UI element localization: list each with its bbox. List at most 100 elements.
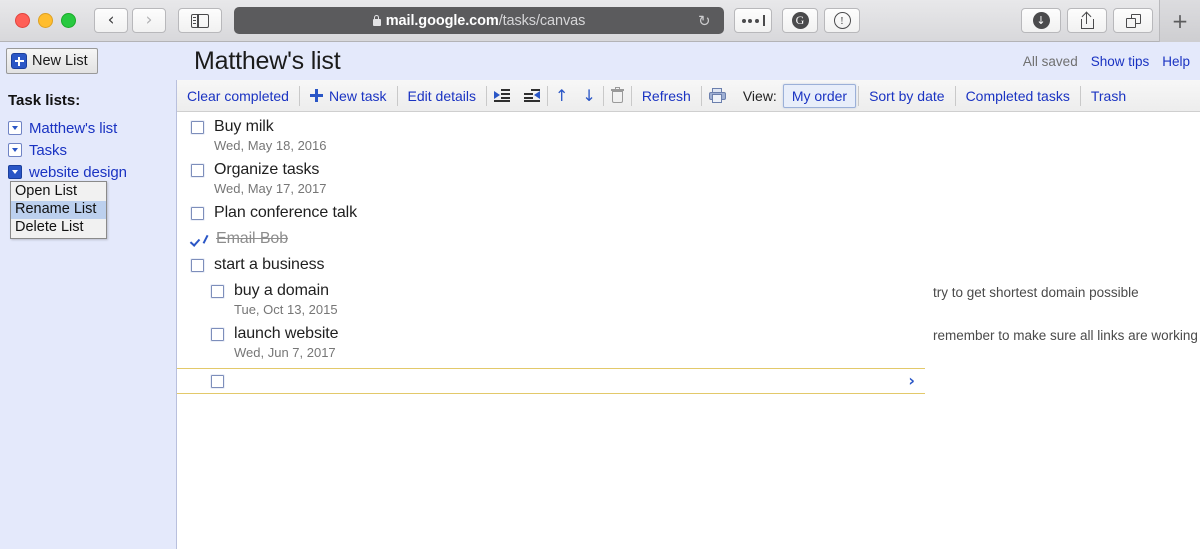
task-content: Plan conference talk bbox=[191, 198, 922, 223]
password-manager-button[interactable]: ! bbox=[824, 8, 860, 33]
chevron-left-icon: ‹ bbox=[107, 10, 115, 30]
my-order-label: My order bbox=[791, 87, 848, 104]
sidebar-item-website-design[interactable]: website design bbox=[8, 162, 176, 182]
task-row-subtask[interactable]: launch website Wed, Jun 7, 2017 remember… bbox=[177, 319, 1200, 362]
task-date: Wed, Jun 7, 2017 bbox=[234, 345, 336, 360]
sidebar-item-label[interactable]: Tasks bbox=[29, 142, 67, 159]
sidebar-item-label[interactable]: Matthew's list bbox=[29, 120, 117, 137]
share-button[interactable] bbox=[1067, 8, 1107, 33]
task-note[interactable]: try to get shortest domain possible bbox=[933, 284, 1139, 302]
view-option-sort-by-date[interactable]: Sort by date bbox=[859, 80, 955, 111]
reader-menu-button[interactable] bbox=[734, 8, 772, 33]
task-checkbox[interactable] bbox=[191, 164, 204, 177]
new-task-checkbox[interactable] bbox=[211, 374, 224, 388]
close-window-button[interactable] bbox=[15, 13, 30, 28]
show-tabs-button[interactable] bbox=[1113, 8, 1153, 33]
downloads-button[interactable]: ↓ bbox=[1021, 8, 1061, 33]
task-title[interactable]: Organize tasks bbox=[214, 160, 327, 180]
chevron-right-icon[interactable]: › bbox=[908, 373, 915, 389]
tasks-toolbar: Clear completed New task Edit details ↑ … bbox=[177, 80, 1200, 112]
task-note[interactable]: remember to make sure all links are work… bbox=[933, 327, 1198, 345]
list-dropdown-icon[interactable] bbox=[8, 143, 22, 157]
tasks-main-panel: Clear completed New task Edit details ↑ … bbox=[176, 80, 1200, 549]
download-icon: ↓ bbox=[1032, 12, 1050, 29]
task-content: Buy milk Wed, May 18, 2016 bbox=[191, 112, 922, 155]
task-row[interactable]: Buy milk Wed, May 18, 2016 bbox=[177, 112, 1200, 155]
task-row-subtask[interactable]: buy a domain Tue, Oct 13, 2015 try to ge… bbox=[177, 276, 1200, 319]
task-checkbox[interactable] bbox=[211, 328, 224, 341]
list-context-menu: Open List Rename List Delete List bbox=[10, 181, 107, 239]
context-menu-item-delete-list[interactable]: Delete List bbox=[11, 219, 106, 237]
context-menu-item-open-list[interactable]: Open List bbox=[11, 183, 106, 201]
sidebar-toggle-button[interactable] bbox=[178, 8, 222, 33]
task-main: Email Bob bbox=[177, 224, 922, 249]
window-controls bbox=[15, 13, 76, 28]
view-option-my-order[interactable]: My order bbox=[782, 83, 857, 108]
task-title[interactable]: launch website bbox=[234, 324, 339, 344]
print-button[interactable] bbox=[702, 80, 733, 111]
delete-task-button[interactable] bbox=[604, 80, 631, 111]
task-title[interactable]: Buy milk bbox=[214, 117, 327, 137]
navigation-buttons: ‹ › bbox=[94, 8, 166, 33]
extension-buttons: G ! bbox=[782, 8, 860, 33]
task-checkbox-checked[interactable] bbox=[191, 233, 206, 246]
new-task-button[interactable]: New task bbox=[300, 80, 397, 111]
task-checkbox[interactable] bbox=[191, 259, 204, 272]
move-task-up-button[interactable]: ↑ bbox=[548, 80, 575, 111]
sidebar-item-label[interactable]: website design bbox=[29, 164, 127, 181]
task-title[interactable]: buy a domain bbox=[234, 281, 338, 301]
task-main: launch website Wed, Jun 7, 2017 bbox=[177, 319, 922, 362]
task-checkbox[interactable] bbox=[191, 121, 204, 134]
show-tips-link[interactable]: Show tips bbox=[1091, 54, 1150, 69]
view-option-trash[interactable]: Trash bbox=[1081, 80, 1136, 111]
move-task-down-button[interactable]: ↓ bbox=[575, 80, 602, 111]
task-checkbox[interactable] bbox=[211, 285, 224, 298]
refresh-button[interactable]: Refresh bbox=[632, 80, 701, 111]
page-title: Matthew's list bbox=[194, 46, 341, 75]
task-checkbox[interactable] bbox=[191, 207, 204, 220]
task-row[interactable]: Plan conference talk bbox=[177, 198, 1200, 224]
task-row[interactable]: start a business bbox=[177, 250, 1200, 276]
forward-button[interactable]: › bbox=[132, 8, 166, 33]
ellipsis-icon bbox=[741, 15, 765, 26]
back-button[interactable]: ‹ bbox=[94, 8, 128, 33]
help-link[interactable]: Help bbox=[1162, 54, 1190, 69]
sidebar-item-tasks[interactable]: Tasks bbox=[8, 140, 176, 160]
indent-task-button[interactable] bbox=[487, 80, 517, 111]
task-main: Organize tasks Wed, May 17, 2017 bbox=[177, 155, 922, 198]
grammarly-extension-button[interactable]: G bbox=[782, 8, 818, 33]
new-list-button[interactable]: New List bbox=[6, 48, 98, 74]
address-bar[interactable]: mail.google.com/tasks/canvas ↻ bbox=[234, 7, 724, 34]
edit-details-button[interactable]: Edit details bbox=[398, 80, 486, 111]
task-title[interactable]: Email Bob bbox=[216, 229, 288, 249]
task-text-block: Email Bob bbox=[216, 229, 288, 249]
task-main: start a business bbox=[177, 250, 922, 275]
clear-completed-label: Clear completed bbox=[187, 87, 289, 104]
new-tab-button[interactable]: + bbox=[1159, 0, 1200, 42]
sort-by-date-label: Sort by date bbox=[869, 87, 945, 104]
task-main: Buy milk Wed, May 18, 2016 bbox=[177, 112, 922, 155]
share-icon bbox=[1080, 11, 1094, 29]
context-menu-item-rename-list[interactable]: Rename List bbox=[11, 201, 106, 219]
list-dropdown-icon[interactable] bbox=[8, 121, 22, 135]
task-row[interactable]: Organize tasks Wed, May 17, 2017 bbox=[177, 155, 1200, 198]
maximize-window-button[interactable] bbox=[61, 13, 76, 28]
trash-icon bbox=[610, 87, 624, 103]
task-lists-heading: Task lists: bbox=[8, 92, 81, 109]
task-text-block: Buy milk Wed, May 18, 2016 bbox=[214, 117, 327, 155]
task-title[interactable]: start a business bbox=[214, 255, 325, 275]
sidebar-item-matthews-list[interactable]: Matthew's list bbox=[8, 118, 176, 138]
task-title[interactable]: Plan conference talk bbox=[214, 203, 357, 223]
edit-details-label: Edit details bbox=[407, 87, 476, 104]
new-task-input-row[interactable]: › bbox=[177, 368, 925, 394]
task-row-completed[interactable]: Email Bob bbox=[177, 224, 1200, 250]
view-option-completed-tasks[interactable]: Completed tasks bbox=[956, 80, 1080, 111]
reload-icon[interactable]: ↻ bbox=[698, 13, 712, 28]
minimize-window-button[interactable] bbox=[38, 13, 53, 28]
list-dropdown-icon-active[interactable] bbox=[8, 165, 22, 179]
task-lists-sidebar: Task lists: Matthew's list Tasks website… bbox=[0, 80, 176, 549]
clear-completed-button[interactable]: Clear completed bbox=[177, 80, 299, 111]
page-body: Task lists: Matthew's list Tasks website… bbox=[0, 80, 1200, 549]
task-main: buy a domain Tue, Oct 13, 2015 bbox=[177, 276, 922, 319]
outdent-task-button[interactable] bbox=[517, 80, 547, 111]
